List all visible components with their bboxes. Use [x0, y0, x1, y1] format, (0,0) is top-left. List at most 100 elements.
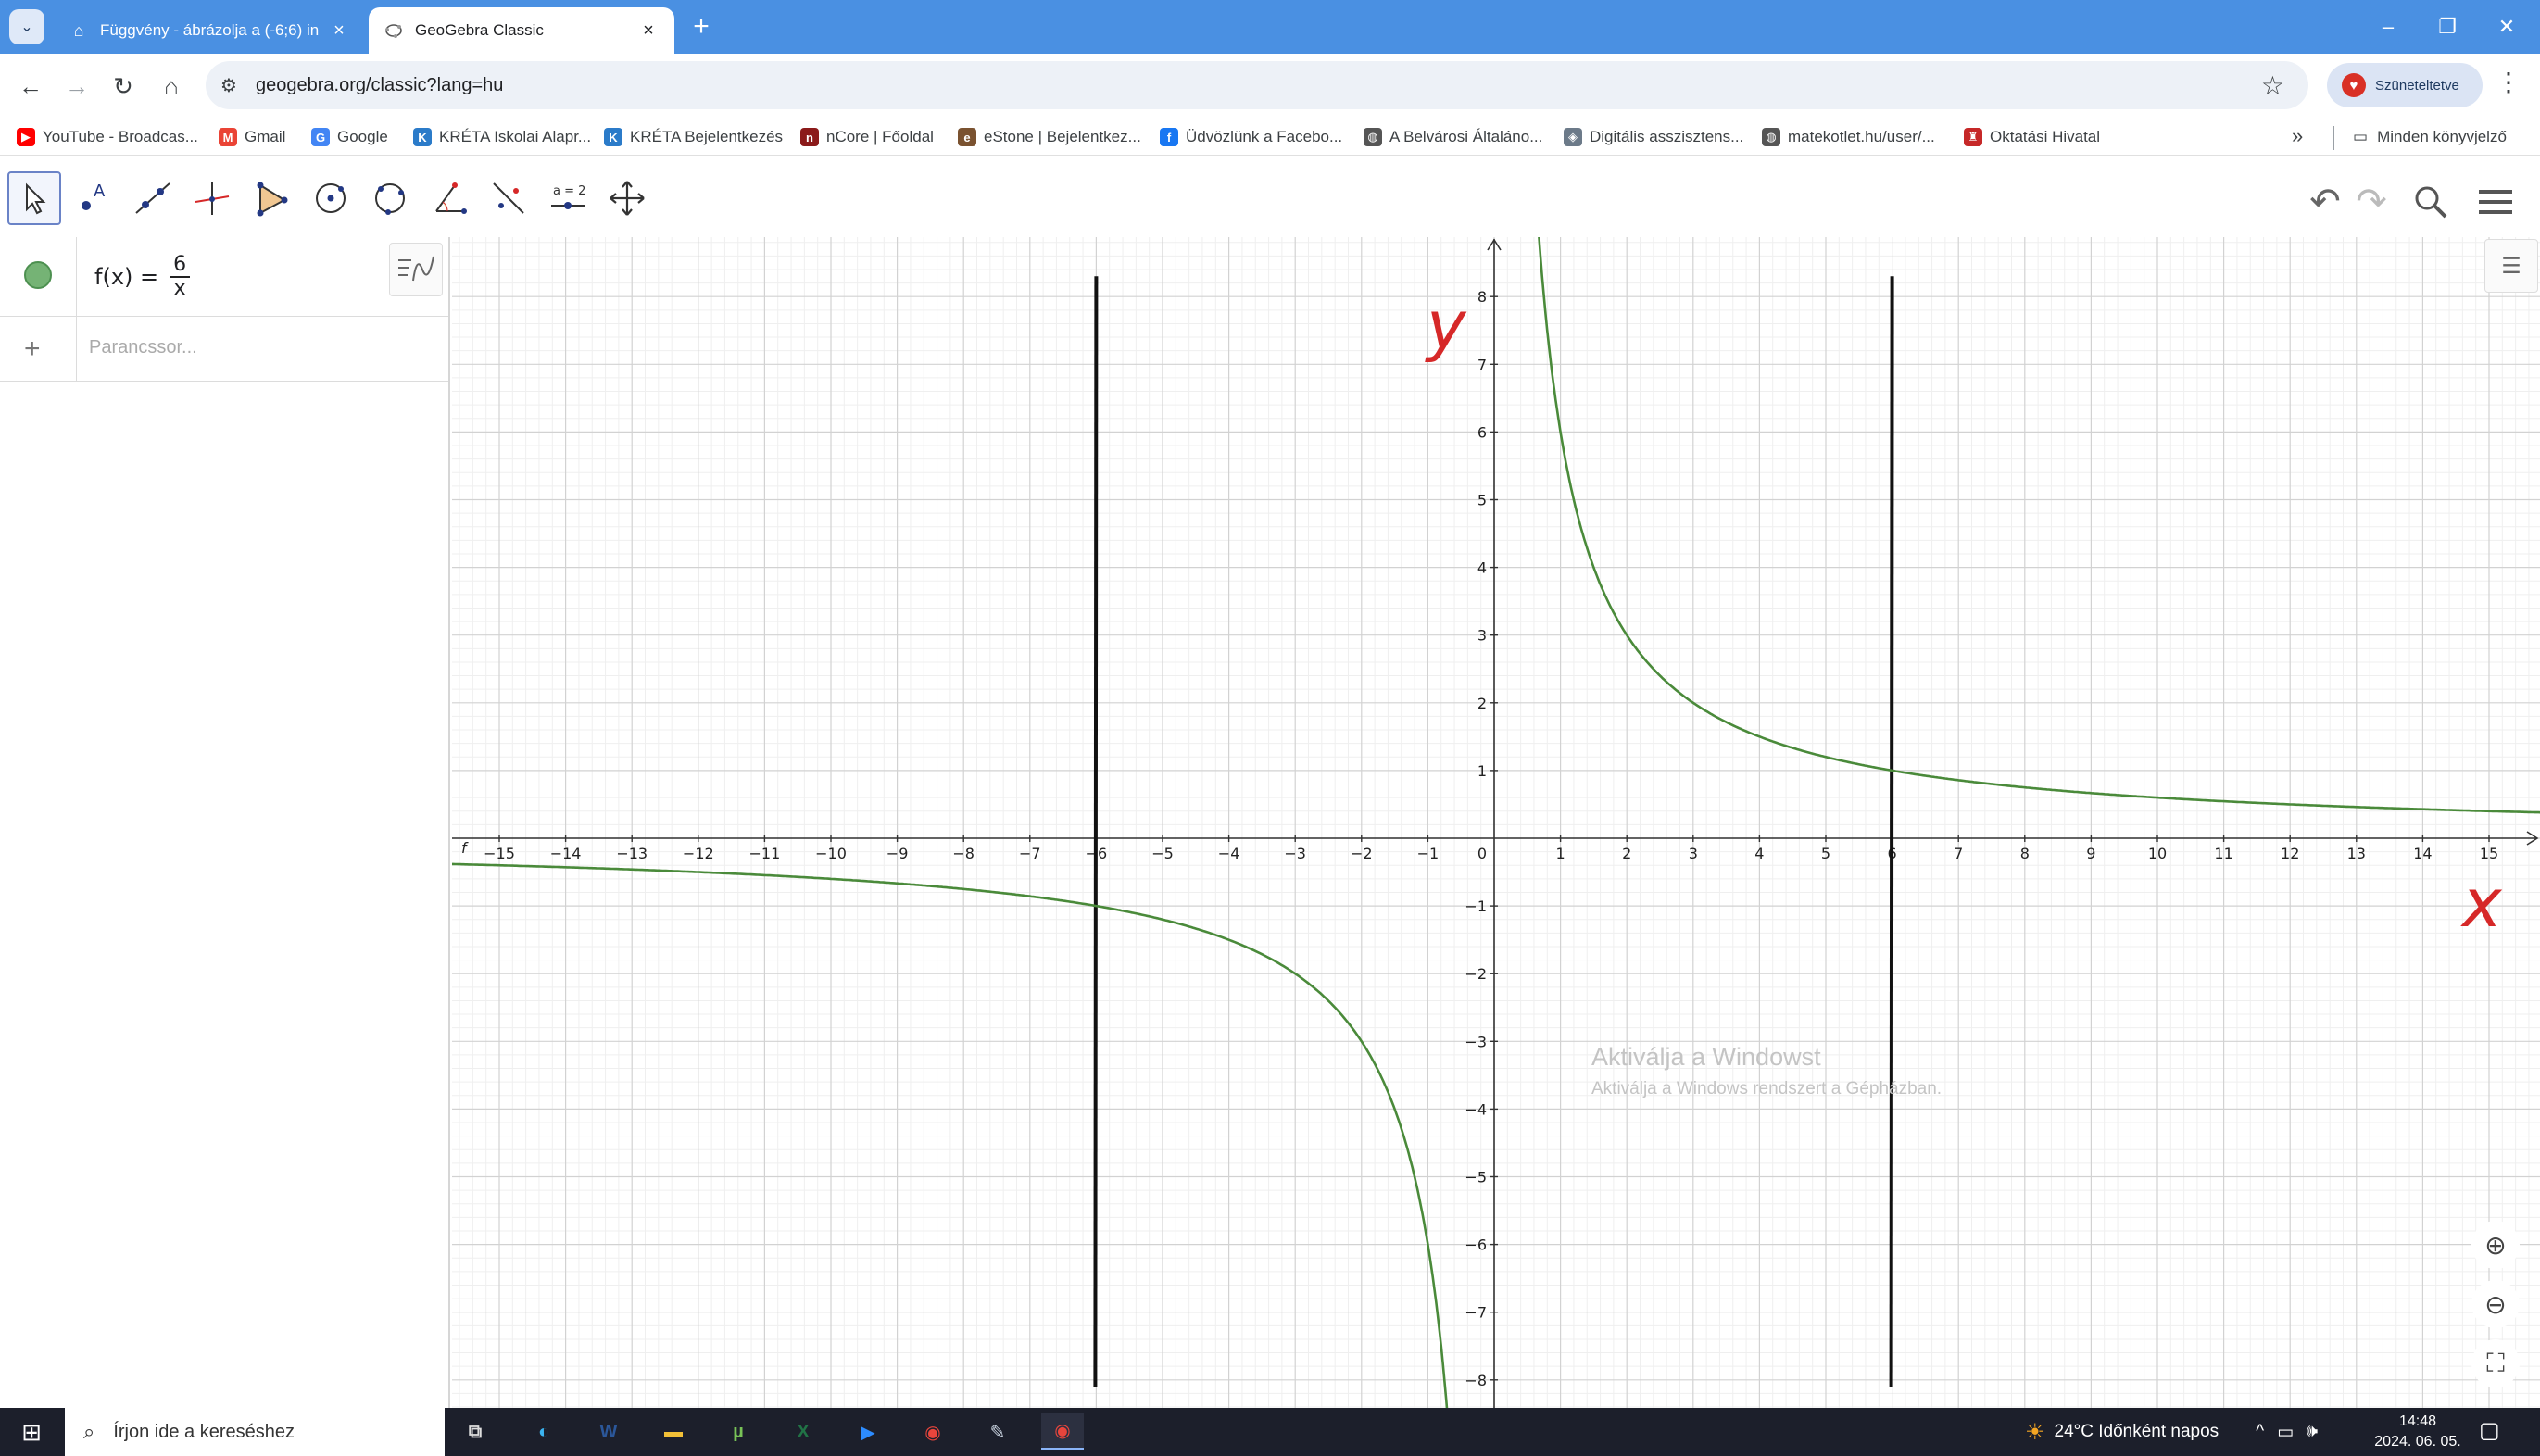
forward-button[interactable]: →	[57, 67, 96, 106]
tab-title: GeoGebra Classic	[415, 21, 544, 39]
circle-three-points-tool[interactable]	[363, 171, 417, 225]
clock[interactable]: 14:48 2024. 06. 05.	[2371, 1412, 2464, 1452]
function-definition[interactable]: f(x) = 6 x	[94, 254, 191, 300]
tab-geogebra-classic[interactable]: GeoGebra Classic ×	[369, 7, 674, 54]
volume-icon[interactable]: 🕪	[2307, 1422, 2318, 1442]
network-icon[interactable]: ▭	[2277, 1422, 2294, 1443]
home-button[interactable]: ⌂	[152, 67, 191, 106]
bookmark-item[interactable]: K KRÉTA Iskolai Alapr...	[413, 124, 591, 150]
bookmark-item[interactable]: f Üdvözlünk a Facebo...	[1160, 124, 1342, 150]
chevron-up-icon[interactable]: ^	[2256, 1422, 2264, 1442]
reflect-tool[interactable]	[482, 171, 535, 225]
bookmark-item[interactable]: ▶ YouTube - Broadcas...	[17, 124, 198, 150]
plus-icon[interactable]: +	[24, 333, 41, 365]
browser-menu-icon[interactable]: ⋮	[2496, 67, 2521, 97]
move-graphics-tool[interactable]	[600, 171, 654, 225]
restore-button[interactable]: ❐	[2420, 0, 2475, 54]
angle-tool[interactable]	[422, 171, 476, 225]
site-info-icon[interactable]: ⚙	[220, 74, 237, 97]
tab-function-plot[interactable]: ⌂ Függvény - ábrázolja a (-6;6) in ×	[54, 7, 365, 54]
move-arrows-icon	[610, 181, 645, 216]
undo-button[interactable]: ↶	[2301, 178, 2349, 226]
taskbar-search[interactable]: ⌕ Írjon ide a kereséshez	[65, 1408, 445, 1456]
zoom-out-button[interactable]: ⊖	[2471, 1280, 2520, 1328]
tab-search-button[interactable]: ⌄	[9, 9, 44, 44]
kreta-icon: K	[604, 128, 622, 146]
graphics-style-button[interactable]: ☰	[2484, 239, 2538, 293]
profile-paused-button[interactable]: ♥ Szüneteltetve	[2327, 63, 2483, 107]
x-tick-label: −7	[1019, 845, 1041, 862]
bookmark-star-icon[interactable]: ☆	[2261, 70, 2284, 101]
zoom-in-button[interactable]: ⊕	[2471, 1221, 2520, 1269]
command-input[interactable]: Parancssor...	[89, 337, 197, 358]
chrome-app[interactable]: ◉	[912, 1413, 954, 1450]
slider-tool[interactable]: a = 2	[541, 171, 595, 225]
perpendicular-icon	[195, 182, 230, 215]
point-tool[interactable]: A	[67, 171, 120, 225]
handwritten-x-label: x	[2460, 864, 2503, 942]
arrow-left-icon: ←	[19, 71, 43, 100]
bookmark-item[interactable]: K KRÉTA Bejelentkezés	[604, 124, 783, 150]
bookmark-item[interactable]: M Gmail	[219, 124, 285, 150]
watermark-subtitle: Aktiválja a Windows rendszert a Gépházba…	[1591, 1079, 1943, 1098]
close-window-button[interactable]: ✕	[2479, 0, 2534, 54]
bookmark-item[interactable]: ◍ A Belvárosi Általáno...	[1364, 124, 1542, 150]
bookmark-item[interactable]: ♜ Oktatási Hivatal	[1964, 124, 2100, 150]
fullscreen-button[interactable]: ⛶	[2471, 1339, 2520, 1387]
close-tab-icon[interactable]: ×	[637, 20, 660, 42]
bookmark-item[interactable]: e eStone | Bejelentkez...	[958, 124, 1141, 150]
windows-activation-watermark: Aktiválja a Windowst Aktiválja a Windows…	[1591, 1043, 1942, 1099]
word-app[interactable]: W	[587, 1413, 630, 1450]
home-icon: ⌂	[73, 20, 84, 40]
paused-label: Szüneteltetve	[2375, 77, 2459, 94]
zoom-app[interactable]: ▶	[847, 1413, 889, 1450]
x-tick-label: −8	[952, 845, 975, 862]
utorrent-app[interactable]: µ	[717, 1413, 760, 1450]
bookmark-item[interactable]: ◍ matekotlet.hu/user/...	[1762, 124, 1935, 150]
folder-icon: ▭	[2353, 128, 2369, 145]
notification-icon[interactable]: ▢	[2479, 1417, 2500, 1444]
visibility-toggle[interactable]	[24, 261, 52, 289]
edge-app[interactable]: ◐	[522, 1413, 565, 1450]
bookmark-item[interactable]: ◈ Digitális asszisztens...	[1564, 124, 1743, 150]
weather-text[interactable]: 24°C Időnként napos	[2055, 1422, 2219, 1442]
x-tick-label: 7	[1954, 845, 1963, 862]
algebra-item-f[interactable]: f(x) = 6 x	[0, 237, 448, 317]
back-button[interactable]: ←	[11, 67, 50, 106]
algebra-style-button[interactable]	[389, 243, 443, 296]
explorer-app[interactable]: ▬	[652, 1413, 695, 1450]
address-bar[interactable]: ⚙ geogebra.org/classic?lang=hu ☆	[206, 61, 2308, 109]
new-tab-button[interactable]: +	[685, 11, 717, 43]
task-view-button[interactable]: ⧉	[454, 1413, 497, 1450]
start-button[interactable]: ⊞	[0, 1408, 63, 1456]
line-tool[interactable]	[126, 171, 180, 225]
polygon-tool[interactable]	[245, 171, 298, 225]
kreta-icon: K	[413, 128, 432, 146]
close-tab-icon[interactable]: ×	[328, 20, 350, 42]
x-tick-label: 12	[2281, 845, 2299, 862]
minimize-button[interactable]: –	[2360, 0, 2416, 54]
line-icon	[135, 182, 170, 214]
all-bookmarks-button[interactable]: ▭ Minden könyvjelző	[2353, 124, 2507, 150]
x-tick-label: −4	[1218, 845, 1240, 862]
paint-app[interactable]: ✎	[976, 1413, 1019, 1450]
coordinate-plane[interactable]: −15−14−13−12−11−10−9−8−7−6−5−4−3−2−11234…	[452, 237, 2540, 1408]
main-menu-button[interactable]	[2471, 178, 2520, 226]
algebra-input-row[interactable]: + Parancssor...	[0, 317, 448, 382]
more-bookmarks-icon[interactable]: »	[2292, 124, 2303, 148]
undo-icon: ↶	[2309, 182, 2341, 222]
move-tool[interactable]	[7, 171, 61, 225]
reflect-icon	[493, 182, 524, 214]
bookmark-item[interactable]: G Google	[311, 124, 388, 150]
reload-button[interactable]: ↻	[104, 67, 143, 106]
excel-icon: X	[797, 1421, 810, 1442]
graphics-view[interactable]: −15−14−13−12−11−10−9−8−7−6−5−4−3−2−11234…	[452, 237, 2540, 1408]
chrome-active-app[interactable]: ◉	[1041, 1413, 1084, 1450]
search-button[interactable]	[2407, 178, 2455, 226]
weather-icon[interactable]: ☀	[2025, 1419, 2045, 1446]
redo-button[interactable]: ↷	[2347, 178, 2395, 226]
excel-app[interactable]: X	[782, 1413, 824, 1450]
circle-center-tool[interactable]	[304, 171, 358, 225]
bookmark-item[interactable]: n nCore | Főoldal	[800, 124, 934, 150]
perpendicular-tool[interactable]	[185, 171, 239, 225]
